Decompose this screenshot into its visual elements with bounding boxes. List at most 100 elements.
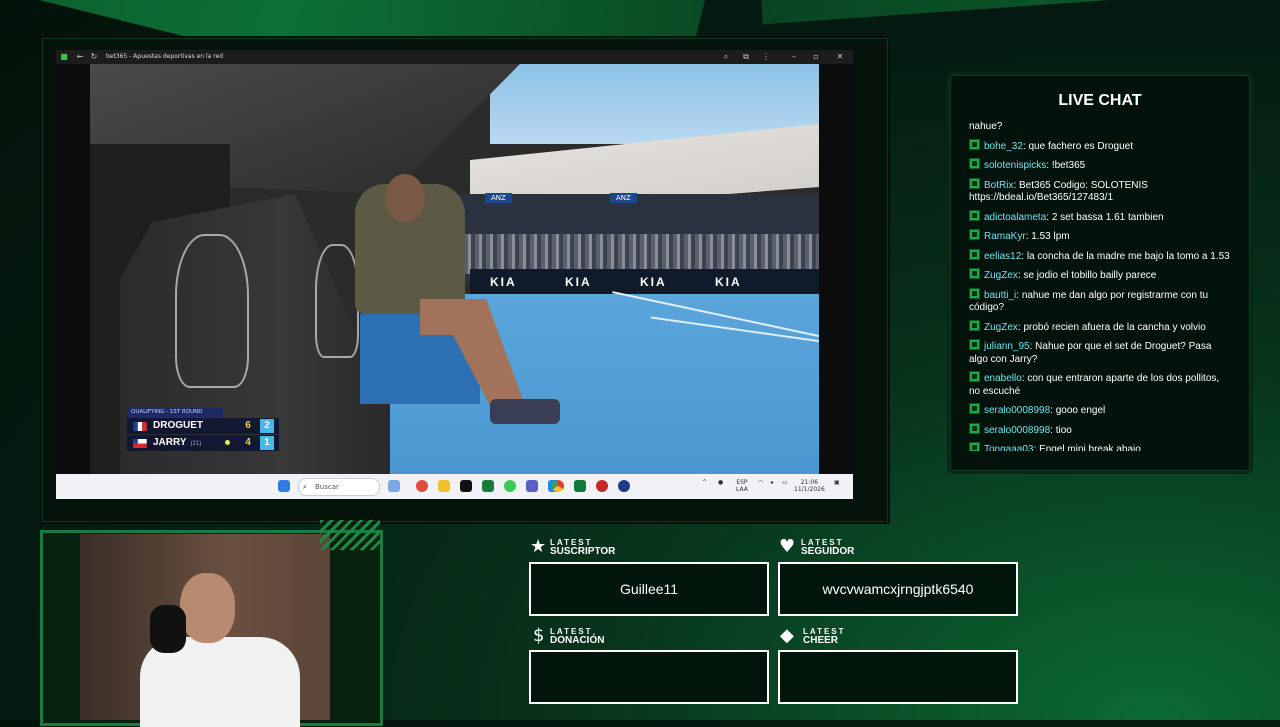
latest-cheer-box — [778, 650, 1018, 704]
chat-username[interactable]: BotRix — [984, 180, 1013, 191]
chrome-icon[interactable] — [552, 480, 564, 492]
app-icon[interactable] — [574, 480, 586, 492]
polo-logo-graphic — [315, 244, 359, 358]
minimize-icon[interactable]: – — [790, 53, 798, 61]
excel-icon[interactable] — [482, 480, 494, 492]
maximize-icon[interactable]: ▫ — [812, 53, 820, 61]
chat-text: gooo engel — [1055, 405, 1106, 416]
app-icon[interactable] — [596, 480, 608, 492]
chat-badge-icon — [969, 268, 980, 279]
chat-username[interactable]: solotenispicks — [984, 160, 1046, 171]
chat-message: ZugZex: probó recien afuera de la cancha… — [969, 319, 1231, 335]
chat-username[interactable]: adictoalameta — [984, 212, 1046, 223]
notification-icon[interactable]: ▣ — [834, 479, 840, 486]
chat-username[interactable]: ZugZex — [984, 322, 1018, 333]
chat-username[interactable]: bautti_i — [984, 290, 1016, 301]
ad-text: KIA — [715, 275, 742, 289]
latest-seguidor-header: LATEST SEGUIDOR — [801, 538, 855, 557]
chat-username[interactable]: juliann_95 — [984, 341, 1030, 352]
back-icon[interactable]: ← — [76, 53, 84, 61]
whatsapp-icon[interactable] — [504, 480, 516, 492]
volume-icon[interactable]: ◂ — [770, 479, 773, 486]
copilot-icon[interactable] — [416, 480, 428, 492]
chat-message: enabello: con que entraron aparte de los… — [969, 371, 1220, 397]
latest-cheer-header: LATEST CHEER — [803, 627, 846, 646]
chevron-up-icon[interactable]: ^ — [702, 479, 707, 486]
chat-username[interactable]: eelias12 — [984, 251, 1021, 262]
app-icon[interactable] — [618, 480, 630, 492]
live-chat-panel: LIVE CHAT nahue? bohe_32: que fachero es … — [950, 75, 1250, 471]
background-stripe — [758, 0, 1280, 25]
crowd — [420, 234, 819, 274]
chat-messages[interactable]: nahue? bohe_32: que fachero es Droguet sol… — [969, 121, 1231, 451]
flag-icon — [133, 422, 147, 431]
chat-message: juliann_95: Nahue por que el set de Drog… — [969, 339, 1212, 365]
ad-text: KIA — [565, 275, 592, 289]
chat-text: 1.53 lpm — [1031, 231, 1070, 242]
chat-message: nahue? — [969, 121, 1231, 134]
chat-text: nahue? — [969, 121, 1003, 132]
game-score: 2 — [260, 419, 274, 433]
teams-icon[interactable] — [526, 480, 538, 492]
chat-text: probó recien afuera de la cancha y volvi… — [1023, 321, 1206, 333]
chat-username[interactable]: ZugZex — [984, 270, 1018, 281]
taskbar-search-placeholder: Buscar — [315, 483, 339, 491]
wifi-icon[interactable]: ◠ — [758, 479, 763, 486]
scoreboard-round: QUALIFYING - 1ST ROUND — [127, 408, 223, 417]
chat-text: tioo — [1055, 424, 1072, 436]
streamer-head — [180, 573, 235, 643]
chat-username[interactable]: seralo0008998 — [984, 405, 1050, 416]
chat-badge-icon — [969, 229, 980, 240]
player-name: DROGUET — [153, 420, 203, 431]
sponsor-sign: ANZ — [610, 193, 637, 203]
game-score: 1 — [260, 436, 274, 450]
search-icon[interactable]: ⌕ — [722, 53, 730, 61]
latest-donacion-header: LATEST DONACIÓN — [550, 627, 605, 646]
ad-text: KIA — [640, 275, 667, 289]
polo-logo-graphic — [175, 234, 249, 388]
video-player[interactable]: KIA KIA KIA KIA ANZ ANZ QUALIFYING - 1ST… — [90, 64, 819, 474]
chat-username[interactable]: bohe_32 — [984, 141, 1023, 152]
browser-title: bet365 - Apuestas deportivas en la red — [106, 53, 224, 60]
chat-badge-icon — [969, 371, 980, 382]
browser-window: ■ ← ↻ bet365 - Apuestas deportivas en la… — [56, 50, 853, 499]
chat-username[interactable]: enabello — [984, 373, 1022, 384]
latest-suscriptor-header: LATEST SUSCRIPTOR — [550, 538, 616, 557]
battery-icon[interactable]: ▭ — [782, 479, 788, 486]
language-indicator[interactable]: ESP LAA — [736, 479, 748, 493]
chat-badge-icon — [969, 248, 980, 260]
tiktok-icon[interactable] — [460, 480, 472, 492]
chat-message: bohe_32: que fachero es Droguet — [969, 138, 1231, 154]
clock[interactable]: 21:06 11/1/2026 — [794, 479, 825, 493]
extension-icon[interactable]: ⧉ — [742, 53, 750, 61]
chat-username[interactable]: RamaKyr — [984, 231, 1026, 242]
latest-seguidor-box: wvcvwamcxjrngjptk6540 — [778, 562, 1018, 616]
taskbar-search[interactable]: ⌕ Buscar — [298, 478, 380, 496]
set-score: 6 — [245, 420, 251, 431]
chat-message: RamaKyr: 1.53 lpm — [969, 229, 1231, 244]
chat-username[interactable]: seralo0008998 — [984, 425, 1050, 436]
file-explorer-icon[interactable] — [438, 480, 450, 492]
reload-icon[interactable]: ↻ — [90, 53, 98, 61]
latest-donacion-box — [529, 650, 769, 704]
chat-message: seralo0008998: gooo engel — [969, 403, 1231, 418]
chat-username[interactable]: Tongaaa03 — [984, 444, 1034, 451]
player-shoes — [490, 399, 560, 424]
windows-start-icon[interactable] — [278, 480, 290, 492]
chat-text: se jodio el tobillo bailly parece — [1023, 270, 1157, 281]
chat-badge-icon — [969, 287, 980, 299]
chat-badge-icon — [969, 442, 980, 451]
microphone-icon[interactable]: ● — [718, 479, 723, 486]
chat-badge-icon — [969, 177, 980, 189]
chat-badge-icon — [969, 319, 980, 331]
flag-icon — [133, 439, 147, 448]
chat-badge-icon — [969, 158, 980, 169]
chat-text: la concha de la madre me bajo la tomo a … — [1026, 250, 1230, 262]
menu-icon[interactable]: ⋮ — [762, 53, 770, 61]
scoreboard: QUALIFYING - 1ST ROUND DROGUET 6 2 JARRY… — [127, 408, 279, 452]
chat-message: Tongaaa03: Engel mini break abajo — [969, 442, 1231, 451]
close-icon[interactable]: ✕ — [836, 53, 844, 61]
star-icon: ★ — [530, 536, 547, 557]
chat-text: 2 set bassa 1.61 tambien — [1051, 211, 1164, 223]
widgets-icon[interactable] — [388, 480, 400, 492]
